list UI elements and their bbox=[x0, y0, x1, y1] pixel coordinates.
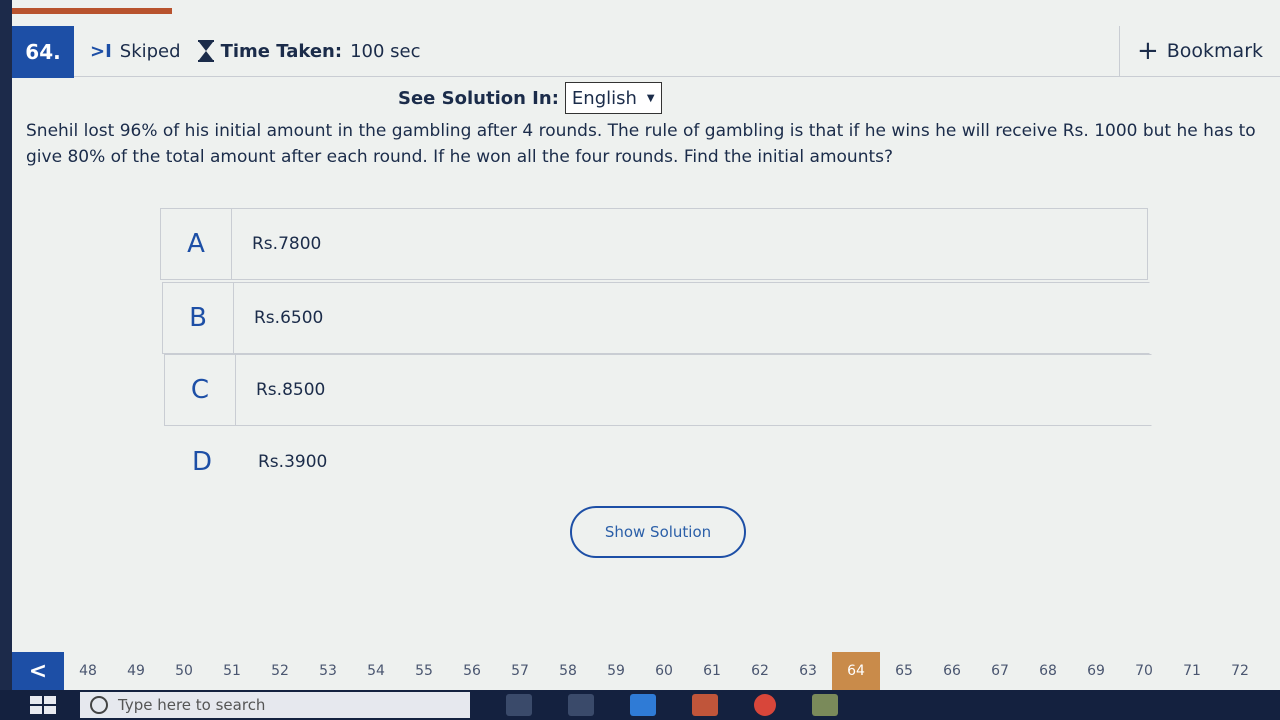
option-text: Rs.3900 bbox=[258, 452, 328, 472]
question-nav-item[interactable]: 55 bbox=[400, 652, 448, 690]
file-explorer-icon[interactable] bbox=[568, 694, 594, 716]
windows-start-icon[interactable] bbox=[30, 696, 56, 714]
question-nav-item[interactable]: 72 bbox=[1216, 652, 1264, 690]
question-number-badge: 64. bbox=[12, 26, 74, 78]
question-nav-item[interactable]: 50 bbox=[160, 652, 208, 690]
question-nav-item[interactable]: 65 bbox=[880, 652, 928, 690]
option-d[interactable]: D Rs.3900 bbox=[166, 426, 1154, 498]
solution-language: See Solution In: English ▼ bbox=[398, 82, 662, 114]
caret-down-icon: ▼ bbox=[646, 92, 655, 104]
task-view-icon[interactable] bbox=[506, 694, 532, 716]
language-selected: English bbox=[571, 87, 637, 109]
question-nav-item[interactable]: 61 bbox=[688, 652, 736, 690]
question-nav-item[interactable]: 53 bbox=[304, 652, 352, 690]
option-letter: C bbox=[165, 355, 236, 425]
question-nav-item[interactable]: 58 bbox=[544, 652, 592, 690]
question-nav-item[interactable]: 60 bbox=[640, 652, 688, 690]
taskbar: Type here to search bbox=[0, 690, 1280, 720]
question-nav-item[interactable]: 59 bbox=[592, 652, 640, 690]
question-nav-item[interactable]: 68 bbox=[1024, 652, 1072, 690]
edge-browser-icon[interactable] bbox=[630, 694, 656, 716]
question-nav-item[interactable]: 51 bbox=[208, 652, 256, 690]
prev-arrow-icon[interactable]: < bbox=[12, 652, 64, 690]
photos-icon[interactable] bbox=[812, 694, 838, 716]
search-placeholder: Type here to search bbox=[118, 696, 266, 714]
question-nav-item[interactable]: 66 bbox=[928, 652, 976, 690]
language-select[interactable]: English ▼ bbox=[564, 82, 662, 114]
hourglass-icon bbox=[197, 40, 214, 62]
top-accent-bar bbox=[12, 8, 172, 14]
app-icon[interactable] bbox=[692, 694, 718, 716]
solution-language-label: See Solution In: bbox=[398, 87, 559, 109]
bookmark-button[interactable]: + Bookmark bbox=[1119, 26, 1280, 76]
question-nav-item[interactable]: 48 bbox=[64, 652, 112, 690]
option-text: Rs.8500 bbox=[256, 380, 326, 400]
question-nav-item[interactable]: 52 bbox=[256, 652, 304, 690]
question-nav-item[interactable]: 69 bbox=[1072, 652, 1120, 690]
question-nav-item[interactable]: 57 bbox=[496, 652, 544, 690]
header-divider bbox=[74, 76, 1280, 77]
option-letter: D bbox=[191, 447, 213, 477]
question-nav-item[interactable]: 70 bbox=[1120, 652, 1168, 690]
question-nav-item[interactable]: 49 bbox=[112, 652, 160, 690]
status-label: Skiped bbox=[119, 40, 181, 62]
show-solution-button[interactable]: Show Solution bbox=[570, 506, 746, 558]
skip-icon: >I bbox=[90, 40, 112, 62]
time-taken-value: 100 sec bbox=[350, 40, 421, 62]
option-b[interactable]: B Rs.6500 bbox=[162, 282, 1150, 354]
option-text: Rs.7800 bbox=[252, 234, 322, 254]
question-nav-item[interactable]: 63 bbox=[784, 652, 832, 690]
question-nav-item[interactable]: 71 bbox=[1168, 652, 1216, 690]
bookmark-label: Bookmark bbox=[1166, 40, 1264, 62]
chrome-icon[interactable] bbox=[754, 694, 776, 716]
plus-icon: + bbox=[1136, 36, 1159, 66]
question-nav-item[interactable]: 62 bbox=[736, 652, 784, 690]
question-navigator: < 48 49 50 51 52 53 54 55 56 57 58 59 60 61 62 63 64 65 66… bbox=[12, 652, 1280, 690]
option-a[interactable]: A Rs.7800 bbox=[160, 208, 1148, 280]
question-nav-item[interactable]: 56 bbox=[448, 652, 496, 690]
taskbar-search[interactable]: Type here to search bbox=[80, 692, 470, 718]
question-nav-item[interactable]: 67 bbox=[976, 652, 1024, 690]
exam-review-screen: 64. >I Skiped Time Taken: 100 sec + Book… bbox=[12, 0, 1280, 690]
option-c[interactable]: C Rs.8500 bbox=[164, 354, 1152, 426]
option-text: Rs.6500 bbox=[254, 308, 324, 328]
option-letter: B bbox=[163, 283, 234, 353]
question-status: >I Skiped Time Taken: 100 sec bbox=[90, 40, 421, 62]
time-taken-label: Time Taken: bbox=[220, 40, 343, 62]
question-nav-item[interactable]: 64 bbox=[832, 652, 880, 690]
search-icon bbox=[90, 696, 108, 714]
question-nav-item[interactable]: 54 bbox=[352, 652, 400, 690]
option-letter: A bbox=[161, 209, 232, 279]
question-text: Snehil lost 96% of his initial amount in… bbox=[26, 121, 1256, 167]
